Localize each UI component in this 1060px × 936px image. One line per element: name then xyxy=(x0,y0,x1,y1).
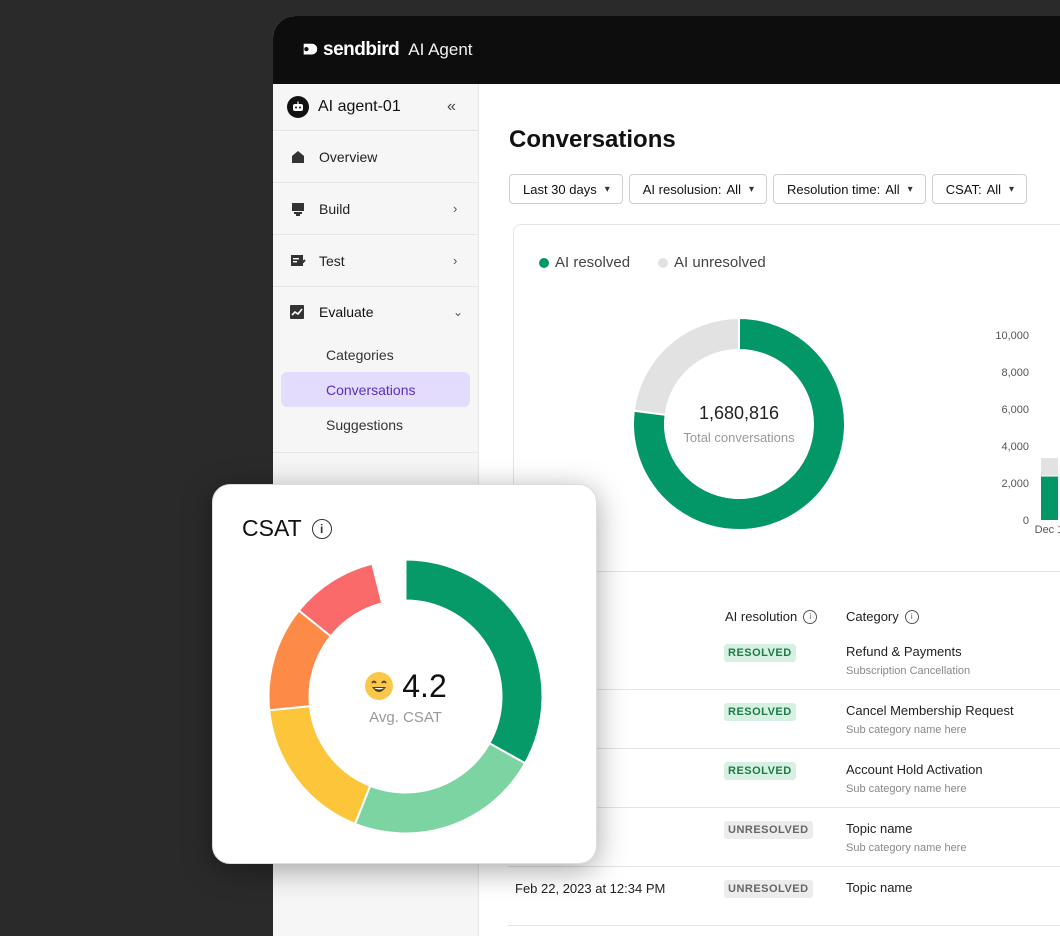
sidebar-item-conversations[interactable]: Conversations xyxy=(281,372,470,407)
chevron-right-icon: › xyxy=(453,201,458,216)
csat-title-label: CSAT xyxy=(242,515,302,541)
chevron-down-icon: ▾ xyxy=(907,183,913,195)
sidebar-item-categories[interactable]: Categories xyxy=(281,337,470,372)
filter-label: CSAT: xyxy=(945,181,982,197)
build-icon xyxy=(289,200,307,218)
bar-resolved[interactable] xyxy=(1041,476,1058,520)
cell-category: Account Hold Activation xyxy=(846,762,983,777)
filter-value: All xyxy=(885,181,900,197)
brand-name: sendbird xyxy=(323,39,400,60)
legend-dot xyxy=(658,257,669,268)
sidebar-item-label: Evaluate xyxy=(319,304,374,320)
csat-title: CSAT i xyxy=(242,515,332,542)
smiley-face-icon xyxy=(365,672,394,700)
info-icon[interactable]: i xyxy=(904,609,919,624)
sidebar-item-evaluate[interactable]: Evaluate ⌄ xyxy=(273,287,478,337)
cell-subcategory: Sub category name here xyxy=(846,842,967,854)
csat-center: 4.2 Avg. CSAT xyxy=(267,558,544,835)
filter-bar: Last 30 days ▾ AI resolusion: All ▾ Reso… xyxy=(509,174,1028,204)
sidebar-item-overview[interactable]: Overview xyxy=(273,131,478,183)
robot-icon xyxy=(287,96,309,118)
y-tick-label: 4,000 xyxy=(1001,441,1029,453)
legend-item-resolved: AI resolved xyxy=(539,254,630,271)
sidebar-item-label: Overview xyxy=(319,148,378,165)
legend-dot xyxy=(539,257,549,268)
test-icon xyxy=(289,252,307,270)
agent-selector[interactable]: AI agent-01 « xyxy=(273,84,478,131)
status-badge: UNRESOLVED xyxy=(724,880,813,898)
column-header-category[interactable]: Category i xyxy=(846,609,919,624)
chevron-down-icon: ▾ xyxy=(604,183,610,195)
total-conversations-value: 1,680,816 xyxy=(698,403,780,423)
resolution-donut: 1,680,816 Total conversations xyxy=(632,316,846,531)
cell-date: Feb 22, 2023 at 12:34 PM xyxy=(515,881,666,896)
cell-category: Topic name xyxy=(846,821,913,836)
sendbird-logo-icon xyxy=(303,43,318,55)
cell-category: Cancel Membership Request xyxy=(846,703,1014,718)
chevron-down-icon: ⌄ xyxy=(453,305,464,319)
csat-value: 4.2 xyxy=(402,667,447,704)
info-icon[interactable]: i xyxy=(803,609,818,624)
legend-label: AI resolved xyxy=(555,254,631,271)
cell-subcategory: Subscription Cancellation xyxy=(846,665,971,677)
cell-category: Refund & Payments xyxy=(846,644,962,659)
filter-ai-resolution[interactable]: AI resolusion: All ▾ xyxy=(628,174,767,204)
csat-label: Avg. CSAT xyxy=(369,708,442,726)
cell-subcategory: Sub category name here xyxy=(846,724,967,736)
filter-value: All xyxy=(986,181,1002,197)
legend-item-unresolved: AI unresolved xyxy=(658,254,766,271)
sidebar-item-label: Test xyxy=(319,252,345,269)
legend-label: AI unresolved xyxy=(674,254,766,271)
cell-subcategory: Sub category name here xyxy=(846,783,967,795)
filter-label: Last 30 days xyxy=(523,181,597,197)
status-badge: RESOLVED xyxy=(724,762,796,780)
y-tick-label: 8,000 xyxy=(1001,367,1029,379)
y-tick-label: 2,000 xyxy=(1001,478,1029,490)
csat-value-row: 4.2 xyxy=(364,667,447,705)
filter-value: All xyxy=(726,181,741,197)
chevron-down-icon: ▾ xyxy=(748,183,754,195)
chart-legend: AI resolved AI unresolved xyxy=(539,254,766,271)
status-badge: UNRESOLVED xyxy=(724,821,813,839)
agent-name: AI agent-01 xyxy=(318,98,401,115)
filter-resolution-time[interactable]: Resolution time: All ▾ xyxy=(773,174,926,204)
sidebar-item-suggestions[interactable]: Suggestions xyxy=(281,407,470,442)
table-row[interactable]: Feb 22, 2023 at 12:34 PM UNRESOLVED Topic … xyxy=(508,867,1060,926)
column-header-ai-resolution[interactable]: AI resolution i xyxy=(725,609,818,624)
info-icon[interactable]: i xyxy=(311,518,332,539)
y-tick-label: 10,000 xyxy=(995,330,1029,342)
chevron-right-icon: › xyxy=(453,253,458,268)
filter-label: Resolution time: xyxy=(787,181,881,197)
daily-bar-chart: 10,000 8,000 6,000 4,000 2,000 0 Dec 1 xyxy=(995,330,1060,535)
sidebar-item-build[interactable]: Build › xyxy=(273,183,478,235)
status-badge: RESOLVED xyxy=(724,644,796,662)
filter-csat[interactable]: CSAT: All ▾ xyxy=(931,174,1028,204)
page-title: Conversations xyxy=(509,126,676,153)
chevron-down-icon: ▾ xyxy=(1009,183,1015,195)
column-header-label: Category xyxy=(846,609,899,624)
brand-product: AI Agent xyxy=(408,40,473,59)
collapse-sidebar-icon[interactable]: « xyxy=(447,98,456,116)
filter-label: AI resolusion: xyxy=(642,181,722,197)
bar-unresolved[interactable] xyxy=(1041,458,1058,476)
x-tick-label: Dec 1 xyxy=(1035,524,1060,535)
filter-date-range[interactable]: Last 30 days ▾ xyxy=(509,174,623,204)
status-badge: RESOLVED xyxy=(724,703,796,721)
sidebar-group-evaluate: Evaluate ⌄ Categories Conversations Sugg… xyxy=(273,287,478,453)
csat-card: CSAT i 4.2 Avg. CSAT xyxy=(212,484,597,864)
top-bar: sendbird AI Agent xyxy=(273,16,1060,84)
y-tick-label: 6,000 xyxy=(1001,404,1029,416)
donut-center: 1,680,816 Total conversations xyxy=(632,317,846,531)
sidebar-item-test[interactable]: Test › xyxy=(273,235,478,287)
column-header-label: AI resolution xyxy=(725,609,798,624)
total-conversations-label: Total conversations xyxy=(683,430,795,445)
chart-icon xyxy=(289,303,307,321)
cell-category: Topic name xyxy=(846,880,913,895)
home-icon xyxy=(289,148,307,166)
y-tick-label: 0 xyxy=(1023,515,1029,527)
sidebar-item-label: Build xyxy=(319,200,351,217)
